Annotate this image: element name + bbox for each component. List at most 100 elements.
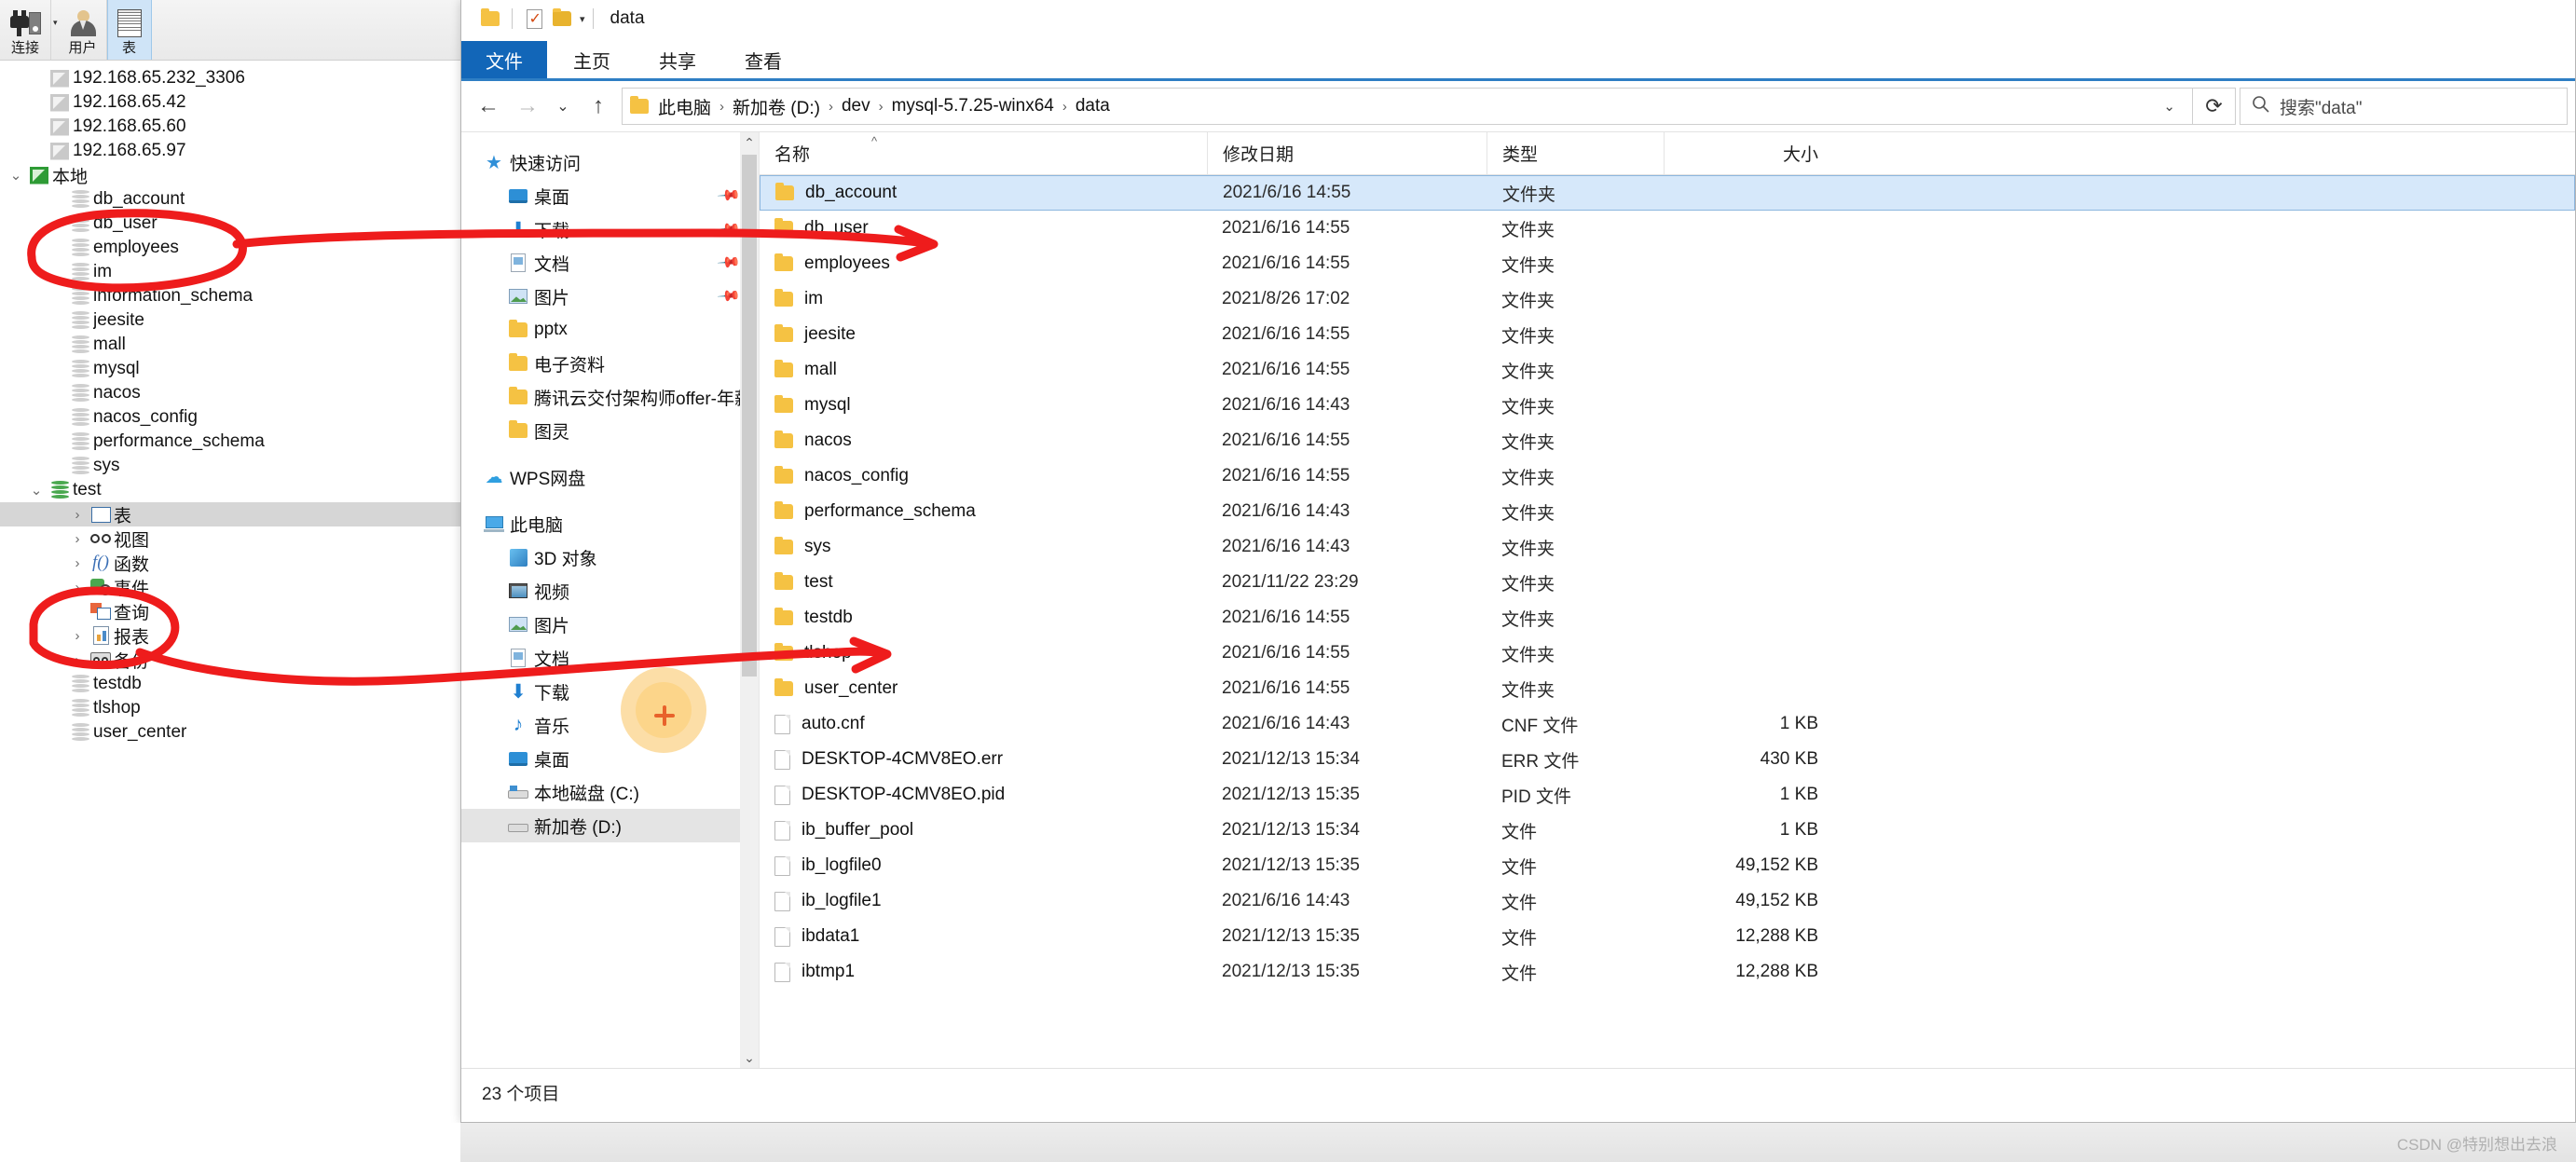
tree-item-user_center[interactable]: user_center bbox=[0, 720, 466, 745]
tree-item-192.168.65.42[interactable]: 192.168.65.42 bbox=[0, 90, 466, 115]
chevron-right-icon[interactable]: › bbox=[67, 652, 88, 668]
forward-arrow-icon[interactable]: → bbox=[508, 88, 547, 125]
tab-view[interactable]: 查看 bbox=[720, 41, 806, 78]
pin-icon[interactable]: 📌 bbox=[716, 216, 742, 242]
file-row[interactable]: ibdata1 2021/12/13 15:35 文件 12,288 KB bbox=[760, 919, 2575, 954]
tree-item-db_account[interactable]: db_account bbox=[0, 187, 466, 212]
file-row[interactable]: nacos_config 2021/6/16 14:55 文件夹 bbox=[760, 458, 2575, 494]
chevron-right-icon[interactable]: › bbox=[67, 628, 88, 644]
pin-icon[interactable]: 📌 bbox=[716, 183, 742, 209]
nav-item-电子资料[interactable]: 电子资料 bbox=[461, 347, 759, 380]
tree-item-报表[interactable]: › 报表 bbox=[0, 623, 466, 648]
chevron-right-icon[interactable]: › bbox=[67, 531, 88, 547]
tree-item-nacos_config[interactable]: nacos_config bbox=[0, 405, 466, 430]
breadcrumb-segment-0[interactable]: 此电脑 bbox=[654, 94, 715, 119]
properties-icon[interactable] bbox=[520, 6, 548, 32]
navicat-object-tree[interactable]: 192.168.65.232_3306 192.168.65.42 192.168.… bbox=[0, 61, 466, 1162]
pin-icon[interactable]: 📌 bbox=[716, 250, 742, 276]
refresh-icon[interactable]: ⟳ bbox=[2193, 88, 2236, 125]
file-row[interactable]: sys 2021/6/16 14:43 文件夹 bbox=[760, 529, 2575, 565]
scroll-up-icon[interactable]: ⌃ bbox=[740, 132, 759, 153]
scroll-down-icon[interactable]: ⌄ bbox=[740, 1047, 759, 1068]
breadcrumb-segment-1[interactable]: 新加卷 (D:) bbox=[729, 94, 824, 119]
toolbar-user-button[interactable]: 用户 bbox=[60, 0, 107, 60]
new-folder-icon[interactable] bbox=[548, 6, 576, 32]
breadcrumb-segment-3[interactable]: mysql-5.7.25-winx64 bbox=[888, 96, 1058, 116]
nav-item-pptx[interactable]: pptx bbox=[461, 313, 759, 347]
file-row[interactable]: performance_schema 2021/6/16 14:43 文件夹 bbox=[760, 494, 2575, 529]
file-row[interactable]: user_center 2021/6/16 14:55 文件夹 bbox=[760, 671, 2575, 706]
column-header-name[interactable]: 名称 ^ bbox=[760, 132, 1207, 174]
file-row[interactable]: testdb 2021/6/16 14:55 文件夹 bbox=[760, 600, 2575, 636]
tree-item-视图[interactable]: › 视图 bbox=[0, 526, 466, 551]
tree-item-performance_schema[interactable]: performance_schema bbox=[0, 430, 466, 454]
file-row[interactable]: im 2021/8/26 17:02 文件夹 bbox=[760, 281, 2575, 317]
column-header-date[interactable]: 修改日期 bbox=[1207, 132, 1487, 174]
tree-item-tlshop[interactable]: tlshop bbox=[0, 696, 466, 720]
breadcrumb-segment-4[interactable]: data bbox=[1072, 96, 1114, 116]
address-chevron-down-icon[interactable]: ⌄ bbox=[2154, 98, 2185, 115]
nav-pane-scrollbar[interactable]: ⌃ ⌄ bbox=[740, 132, 759, 1068]
tree-item-nacos[interactable]: nacos bbox=[0, 381, 466, 405]
tab-file[interactable]: 文件 bbox=[461, 41, 547, 78]
file-row[interactable]: db_user 2021/6/16 14:55 文件夹 bbox=[760, 211, 2575, 246]
chevron-right-icon[interactable]: › bbox=[67, 580, 88, 595]
file-row[interactable]: tlshop 2021/6/16 14:55 文件夹 bbox=[760, 636, 2575, 671]
tree-item-test[interactable]: ⌄ test bbox=[0, 478, 466, 502]
nav-item-此电脑[interactable]: 此电脑 bbox=[461, 507, 759, 540]
folder-icon[interactable] bbox=[476, 6, 504, 32]
file-row[interactable]: mysql 2021/6/16 14:43 文件夹 bbox=[760, 388, 2575, 423]
nav-item-下载[interactable]: ⬇ 下载 📌 bbox=[461, 212, 759, 246]
nav-item-下载[interactable]: ⬇ 下载 bbox=[461, 675, 759, 708]
tree-item-事件[interactable]: › 事件 bbox=[0, 575, 466, 599]
tree-item-testdb[interactable]: testdb bbox=[0, 672, 466, 696]
recent-locations-chevron-down-icon[interactable]: ⌄ bbox=[547, 88, 579, 125]
tree-item-mysql[interactable]: mysql bbox=[0, 357, 466, 381]
nav-item-3D 对象[interactable]: 3D 对象 bbox=[461, 540, 759, 574]
file-list[interactable]: db_account 2021/6/16 14:55 文件夹 db_user 2021/… bbox=[760, 175, 2575, 990]
nav-item-腾讯云交付架构师offer-年薪[interactable]: 腾讯云交付架构师offer-年薪 bbox=[461, 380, 759, 414]
nav-item-文档[interactable]: 文档 bbox=[461, 641, 759, 675]
tree-item-函数[interactable]: › f() 函数 bbox=[0, 551, 466, 575]
nav-item-新加卷 (D:)[interactable]: 新加卷 (D:) bbox=[461, 809, 759, 842]
tree-item-本地[interactable]: ⌄ 本地 bbox=[0, 163, 466, 187]
nav-item-文档[interactable]: 文档 📌 bbox=[461, 246, 759, 280]
chevron-right-icon[interactable]: › bbox=[67, 555, 88, 571]
nav-item-桌面[interactable]: 桌面 📌 bbox=[461, 179, 759, 212]
tree-item-db_user[interactable]: db_user bbox=[0, 212, 466, 236]
file-row[interactable]: ibtmp1 2021/12/13 15:35 文件 12,288 KB bbox=[760, 954, 2575, 990]
tree-item-192.168.65.232_3306[interactable]: 192.168.65.232_3306 bbox=[0, 66, 466, 90]
pin-icon[interactable]: 📌 bbox=[716, 283, 742, 309]
file-row[interactable]: DESKTOP-4CMV8EO.err 2021/12/13 15:34 ERR 文… bbox=[760, 742, 2575, 777]
back-arrow-icon[interactable]: ← bbox=[469, 88, 508, 125]
file-row[interactable]: ib_logfile0 2021/12/13 15:35 文件 49,152 KB bbox=[760, 848, 2575, 883]
up-arrow-icon[interactable]: ↑ bbox=[579, 88, 618, 125]
file-row[interactable]: DESKTOP-4CMV8EO.pid 2021/12/13 15:35 PID 文… bbox=[760, 777, 2575, 813]
file-row[interactable]: ib_logfile1 2021/6/16 14:43 文件 49,152 KB bbox=[760, 883, 2575, 919]
tab-share[interactable]: 共享 bbox=[635, 41, 720, 78]
nav-item-图片[interactable]: 图片 📌 bbox=[461, 280, 759, 313]
scrollbar-thumb[interactable] bbox=[742, 155, 757, 677]
chevron-right-icon[interactable]: › bbox=[67, 507, 88, 523]
file-row[interactable]: jeesite 2021/6/16 14:55 文件夹 bbox=[760, 317, 2575, 352]
tree-item-备份[interactable]: › 备份 bbox=[0, 648, 466, 672]
nav-item-WPS网盘[interactable]: ☁ WPS网盘 bbox=[461, 460, 759, 494]
navigation-pane[interactable]: ★ 快速访问 桌面 📌 ⬇ 下载 📌 文档 📌 图片 📌 pptx 电子资料 腾讯云交付架构师offer-… bbox=[461, 132, 760, 1068]
file-row[interactable]: nacos 2021/6/16 14:55 文件夹 bbox=[760, 423, 2575, 458]
nav-item-桌面[interactable]: 桌面 bbox=[461, 742, 759, 775]
tree-item-192.168.65.60[interactable]: 192.168.65.60 bbox=[0, 115, 466, 139]
file-row[interactable]: test 2021/11/22 23:29 文件夹 bbox=[760, 565, 2575, 600]
chevron-down-icon[interactable]: ▾ bbox=[53, 18, 58, 28]
file-row[interactable]: db_account 2021/6/16 14:55 文件夹 bbox=[760, 175, 2575, 211]
nav-item-视频[interactable]: 视频 bbox=[461, 574, 759, 608]
breadcrumb[interactable]: 此电脑 › 新加卷 (D:) › dev › mysql-5.7.25-winx64 › dat… bbox=[622, 88, 2193, 125]
tree-item-sys[interactable]: sys bbox=[0, 454, 466, 478]
toolbar-table-button[interactable]: 表 bbox=[106, 0, 152, 60]
breadcrumb-segment-2[interactable]: dev bbox=[838, 96, 874, 116]
chevron-down-icon[interactable]: ⌄ bbox=[26, 482, 47, 499]
nav-item-音乐[interactable]: ♪ 音乐 bbox=[461, 708, 759, 742]
nav-item-图灵[interactable]: 图灵 bbox=[461, 414, 759, 447]
nav-item-快速访问[interactable]: ★ 快速访问 bbox=[461, 145, 759, 179]
tree-item-information_schema[interactable]: information_schema bbox=[0, 284, 466, 308]
tree-item-192.168.65.97[interactable]: 192.168.65.97 bbox=[0, 139, 466, 163]
